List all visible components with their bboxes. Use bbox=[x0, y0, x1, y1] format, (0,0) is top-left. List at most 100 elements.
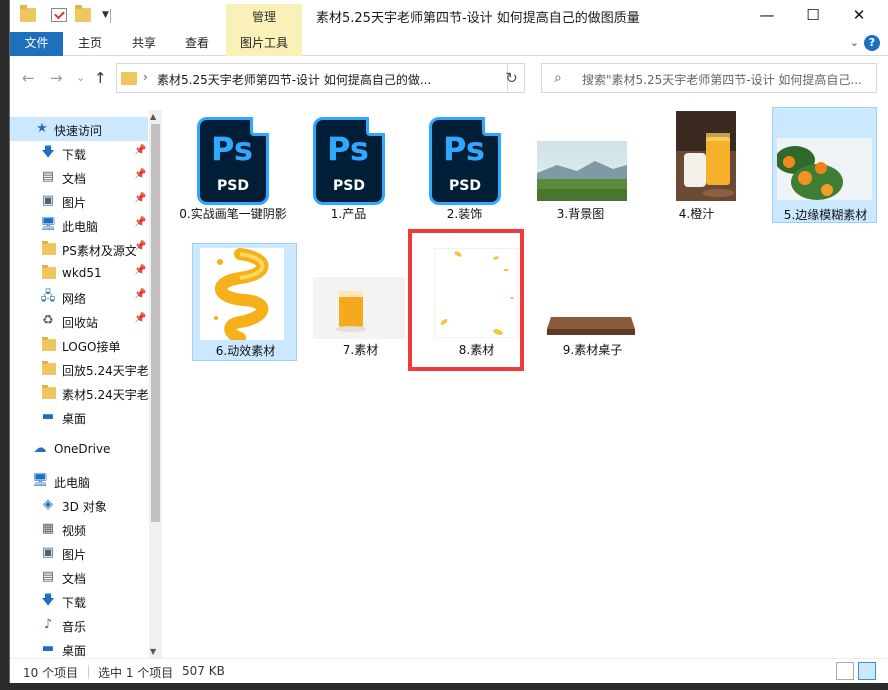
sidebar-item-network[interactable]: 🖧 网络 📌 bbox=[10, 285, 148, 309]
pin-icon[interactable]: 📌 bbox=[134, 289, 146, 300]
file-name: 4.橙汁 bbox=[678, 207, 715, 221]
photoshop-file-icon: Ps PSD bbox=[429, 117, 501, 205]
large-icons-view-button[interactable] bbox=[858, 662, 876, 680]
divider bbox=[88, 665, 89, 679]
details-view-button[interactable] bbox=[836, 662, 854, 680]
desktop-icon: ▬ bbox=[41, 641, 55, 656]
sidebar-item-desktop[interactable]: ▬ 桌面 bbox=[10, 405, 148, 429]
folder-icon bbox=[121, 72, 137, 85]
divider bbox=[110, 9, 111, 23]
pin-icon[interactable]: 📌 bbox=[134, 193, 146, 204]
customize-quick-access-icon[interactable]: ▼ bbox=[102, 10, 109, 20]
file-item-image-6[interactable]: 6.动效素材 bbox=[192, 243, 297, 361]
search-input[interactable]: ⌕ 搜索"素材5.25天宇老师第四节-设计 如何提高自己... bbox=[541, 63, 877, 93]
wooden-table-thumbnail bbox=[545, 305, 637, 339]
file-item-image-9[interactable]: 9.素材桌子 bbox=[540, 243, 645, 359]
sidebar-item-label: 文档 bbox=[62, 572, 87, 586]
file-item-psd-1[interactable]: Ps PSD 1.产品 bbox=[296, 107, 401, 223]
sidebar-item-label: 视频 bbox=[62, 524, 87, 538]
sidebar-item-pc-downloads[interactable]: 🡇 下载 bbox=[10, 589, 148, 613]
sidebar-item-downloads[interactable]: 🡇 下载 📌 bbox=[10, 141, 148, 165]
file-name: 2.装饰 bbox=[446, 207, 483, 221]
pin-icon[interactable]: 📌 bbox=[134, 217, 146, 228]
properties-icon[interactable] bbox=[51, 8, 67, 22]
sidebar-item-label: 音乐 bbox=[62, 620, 87, 634]
sidebar-item-pc-pictures[interactable]: ▣ 图片 bbox=[10, 541, 148, 565]
folder-icon bbox=[42, 361, 56, 375]
sidebar-item-label: LOGO接单 bbox=[62, 340, 121, 354]
help-icon[interactable]: ? bbox=[864, 35, 880, 51]
video-icon: ▦ bbox=[41, 521, 55, 536]
sidebar-item-this-pc-root[interactable]: 🖥 此电脑 bbox=[10, 469, 148, 493]
file-name: 6.动效素材 bbox=[215, 344, 276, 358]
selection-size: 507 KB bbox=[182, 664, 225, 678]
sidebar-item-recycle-bin[interactable]: ♻ 回收站 📌 bbox=[10, 309, 148, 333]
scroll-up-icon[interactable]: ▲ bbox=[150, 112, 156, 121]
file-item-image-7[interactable]: 7.素材 bbox=[308, 243, 413, 359]
sidebar-item-logo-orders[interactable]: LOGO接单 bbox=[10, 333, 148, 357]
sidebar-item-pictures[interactable]: ▣ 图片 📌 bbox=[10, 189, 148, 213]
network-icon: 🖧 bbox=[40, 289, 56, 304]
selection-count: 选中 1 个项目 bbox=[98, 666, 174, 680]
file-name: 9.素材桌子 bbox=[562, 343, 623, 357]
sidebar-item-this-pc[interactable]: 🖥 此电脑 📌 bbox=[10, 213, 148, 237]
orange-juice-thumbnail bbox=[676, 111, 736, 201]
recent-locations-button[interactable]: ⌄ bbox=[76, 71, 85, 84]
sidebar-item-quick-access[interactable]: ★ 快速访问 bbox=[10, 117, 148, 141]
sidebar-item-pc-documents[interactable]: ▤ 文档 bbox=[10, 565, 148, 589]
back-button[interactable]: ← bbox=[22, 69, 35, 87]
tab-share[interactable]: 共享 bbox=[122, 32, 166, 56]
folder-icon bbox=[42, 241, 56, 255]
sidebar-item-material-524[interactable]: 素材5.24天宇老! bbox=[10, 381, 148, 405]
file-item-image-3[interactable]: 3.背景图 bbox=[528, 107, 633, 223]
pin-icon[interactable]: 📌 bbox=[134, 241, 146, 252]
star-icon: ★ bbox=[36, 121, 48, 136]
tab-home[interactable]: 主页 bbox=[68, 32, 112, 56]
file-item-image-5[interactable]: 5.边缘模糊素材 bbox=[772, 107, 877, 223]
sidebar-item-label: 下载 bbox=[62, 596, 87, 610]
expand-ribbon-icon[interactable]: ⌄ bbox=[850, 36, 859, 49]
file-name: 3.背景图 bbox=[556, 207, 605, 221]
pin-icon[interactable]: 📌 bbox=[134, 265, 146, 276]
tab-file[interactable]: 文件 bbox=[10, 32, 63, 56]
psd-label: PSD bbox=[449, 178, 481, 194]
sidebar-item-pc-desktop[interactable]: ▬ 桌面 bbox=[10, 637, 148, 658]
sidebar-item-ps-materials[interactable]: PS素材及源文 📌 bbox=[10, 237, 148, 261]
file-item-psd-0[interactable]: Ps PSD 0.实战画笔一键阴影 bbox=[179, 107, 287, 223]
pin-icon[interactable]: 📌 bbox=[134, 145, 146, 156]
sidebar-item-wkd51[interactable]: wkd51 📌 bbox=[10, 261, 148, 285]
new-folder-icon[interactable] bbox=[75, 5, 91, 22]
sidebar-item-3d-objects[interactable]: ◈ 3D 对象 bbox=[10, 493, 148, 517]
pin-icon[interactable]: 📌 bbox=[134, 169, 146, 180]
sidebar-item-videos[interactable]: ▦ 视频 bbox=[10, 517, 148, 541]
tab-manage[interactable]: 管理 bbox=[226, 4, 302, 32]
file-name: 7.素材 bbox=[342, 343, 379, 357]
sidebar-item-documents[interactable]: ▤ 文档 📌 bbox=[10, 165, 148, 189]
sidebar-item-replay-524[interactable]: 回放5.24天宇老! bbox=[10, 357, 148, 381]
sidebar-item-music[interactable]: ♪ 音乐 bbox=[10, 613, 148, 637]
up-button[interactable]: ↑ bbox=[94, 69, 107, 87]
sidebar-item-label: 桌面 bbox=[62, 412, 87, 426]
sidebar-scrollbar[interactable]: ▲ ▼ bbox=[149, 110, 162, 658]
file-item-image-4[interactable]: 4.橙汁 bbox=[644, 107, 749, 223]
chevron-right-icon[interactable]: › bbox=[143, 70, 148, 84]
tab-picture-tools[interactable]: 图片工具 bbox=[226, 32, 302, 56]
document-icon: ▤ bbox=[41, 569, 55, 584]
navigation-pane: ★ 快速访问 🡇 下载 📌 ▤ 文档 📌 ▣ 图片 📌 🖥 此电脑 📌 PS素材… bbox=[10, 110, 162, 658]
folder-icon[interactable] bbox=[20, 5, 36, 22]
maximize-button[interactable]: ☐ bbox=[790, 0, 836, 32]
file-item-psd-2[interactable]: Ps PSD 2.装饰 bbox=[412, 107, 517, 223]
close-button[interactable]: ✕ bbox=[836, 0, 882, 32]
sidebar-item-onedrive[interactable]: ☁ OneDrive bbox=[10, 437, 148, 461]
scroll-down-icon[interactable]: ▼ bbox=[150, 647, 156, 656]
forward-button[interactable]: → bbox=[50, 69, 63, 87]
address-bar[interactable]: › 素材5.25天宇老师第四节-设计 如何提高自己的做... ⌄ bbox=[116, 63, 595, 93]
tab-view[interactable]: 查看 bbox=[175, 32, 219, 56]
refresh-button[interactable]: ↻ bbox=[499, 63, 525, 93]
minimize-button[interactable]: — bbox=[744, 0, 790, 32]
photoshop-file-icon: Ps PSD bbox=[313, 117, 385, 205]
pin-icon[interactable]: 📌 bbox=[134, 313, 146, 324]
address-path[interactable]: 素材5.25天宇老师第四节-设计 如何提高自己的做... bbox=[157, 71, 431, 88]
scrollbar-thumb[interactable] bbox=[151, 124, 160, 522]
psd-label: PSD bbox=[217, 178, 249, 194]
